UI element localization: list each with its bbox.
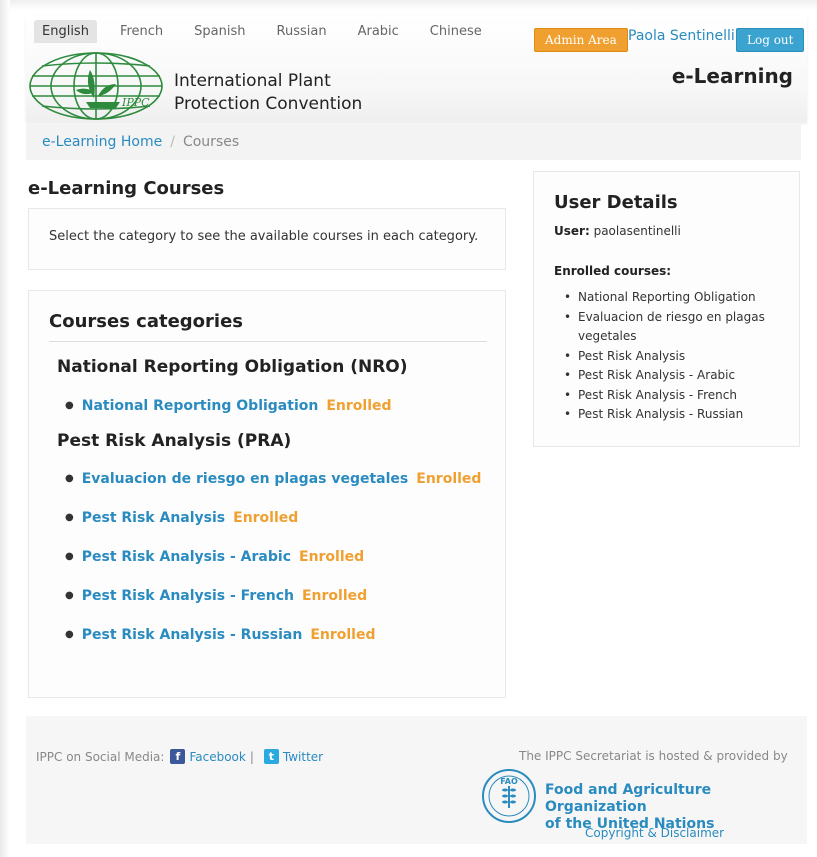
course-item: ● Pest Risk Analysis Enrolled (65, 510, 298, 526)
copyright-disclaimer-link[interactable]: Copyright & Disclaimer (585, 826, 724, 840)
intro-text: Select the category to see the available… (49, 229, 479, 244)
list-item: Pest Risk Analysis - French (562, 386, 784, 406)
list-item: Pest Risk Analysis (562, 347, 784, 367)
language-tab-english[interactable]: English (34, 20, 97, 43)
intro-panel: Select the category to see the available… (28, 208, 506, 270)
fao-logo-icon[interactable]: FAO (481, 768, 537, 824)
site-footer: IPPC on Social Media: f Facebook | t Twi… (26, 716, 807, 844)
ippc-logo-text: IPPC (121, 96, 150, 109)
social-media-links: IPPC on Social Media: f Facebook | t Twi… (36, 749, 323, 764)
admin-area-button[interactable]: Admin Area (534, 28, 628, 52)
enrolled-badge: Enrolled (416, 471, 482, 487)
enrolled-badge: Enrolled (301, 588, 368, 604)
twitter-icon[interactable]: t (263, 749, 279, 764)
language-tab-spanish[interactable]: Spanish (186, 20, 253, 43)
bullet-icon: ● (65, 473, 74, 484)
course-item: ● Pest Risk Analysis - Arabic Enrolled (65, 549, 364, 565)
course-item: ● National Reporting Obligation Enrolled (65, 398, 392, 414)
enrolled-badge: Enrolled (310, 627, 376, 643)
list-item: Evaluacion de riesgo en plagas vegetales (562, 308, 784, 347)
list-item: Pest Risk Analysis - Arabic (562, 366, 784, 386)
hosted-by-text: The IPPC Secretariat is hosted & provide… (519, 749, 788, 763)
enrolled-courses-list: National Reporting Obligation Evaluacion… (562, 288, 784, 425)
site-title: e-Learning (671, 64, 793, 88)
page-title: e-Learning Courses (28, 178, 225, 199)
user-name-link[interactable]: Paola Sentinelli (628, 28, 735, 44)
breadcrumb-separator: / (170, 134, 175, 150)
course-link[interactable]: National Reporting Obligation (82, 398, 319, 414)
enrolled-badge: Enrolled (233, 510, 299, 526)
bullet-icon: ● (65, 629, 74, 640)
facebook-link[interactable]: Facebook (189, 750, 245, 764)
user-value: paolasentinelli (593, 224, 681, 238)
twitter-link[interactable]: Twitter (283, 750, 323, 764)
breadcrumb: e-Learning Home / Courses (26, 124, 801, 160)
category-title-nro: National Reporting Obligation (NRO) (57, 357, 408, 377)
course-link[interactable]: Pest Risk Analysis - French (82, 588, 294, 604)
organization-name-line2: Protection Convention (174, 94, 363, 114)
social-media-label: IPPC on Social Media: (36, 749, 165, 764)
fao-name-line1: Food and Agriculture Organization (545, 782, 712, 815)
course-item: ● Pest Risk Analysis - French Enrolled (65, 588, 367, 604)
course-link[interactable]: Pest Risk Analysis (82, 510, 225, 526)
ippc-logo-icon[interactable]: IPPC (28, 50, 164, 122)
user-details-panel: User Details User: paolasentinelli Enrol… (533, 171, 800, 447)
breadcrumb-home-link[interactable]: e-Learning Home (42, 134, 162, 150)
user-line: User: paolasentinelli (554, 224, 681, 238)
bullet-icon: ● (65, 590, 74, 601)
organization-name: International Plant Protection Conventio… (174, 70, 362, 116)
social-separator: | (249, 749, 254, 764)
page-shadow-left (0, 0, 10, 857)
site-header: English French Spanish Russian Arabic Ch… (26, 16, 807, 122)
course-categories-panel: Courses categories National Reporting Ob… (28, 290, 506, 698)
course-item: ● Evaluacion de riesgo en plagas vegetale… (65, 471, 481, 487)
language-tab-arabic[interactable]: Arabic (350, 20, 407, 43)
categories-heading: Courses categories (49, 311, 244, 332)
language-tab-french[interactable]: French (112, 20, 171, 43)
course-link[interactable]: Pest Risk Analysis - Arabic (82, 549, 291, 565)
logout-button[interactable]: Log out (736, 28, 805, 52)
bullet-icon: ● (65, 512, 74, 523)
bullet-icon: ● (65, 400, 74, 411)
language-bar: English French Spanish Russian Arabic Ch… (34, 20, 505, 43)
bullet-icon: ● (65, 551, 74, 562)
enrolled-courses-label: Enrolled courses: (554, 264, 672, 278)
list-item: National Reporting Obligation (562, 288, 784, 308)
organization-name-line1: International Plant (174, 71, 331, 91)
categories-divider (49, 341, 487, 342)
language-tab-chinese[interactable]: Chinese (422, 20, 490, 43)
user-details-title: User Details (554, 192, 678, 213)
course-item: ● Pest Risk Analysis - Russian Enrolled (65, 627, 375, 643)
language-tab-russian[interactable]: Russian (269, 20, 335, 43)
list-item: Pest Risk Analysis - Russian (562, 405, 784, 425)
breadcrumb-current: Courses (182, 134, 240, 150)
course-link[interactable]: Evaluacion de riesgo en plagas vegetales (82, 471, 409, 487)
course-link[interactable]: Pest Risk Analysis - Russian (82, 627, 303, 643)
facebook-icon[interactable]: f (170, 749, 186, 764)
enrolled-badge: Enrolled (326, 398, 392, 414)
fao-logo-text: FAO (500, 777, 518, 786)
user-label: User: (554, 224, 590, 238)
enrolled-badge: Enrolled (299, 549, 365, 565)
category-title-pra: Pest Risk Analysis (PRA) (57, 431, 292, 451)
page-shadow-top (0, 0, 817, 10)
